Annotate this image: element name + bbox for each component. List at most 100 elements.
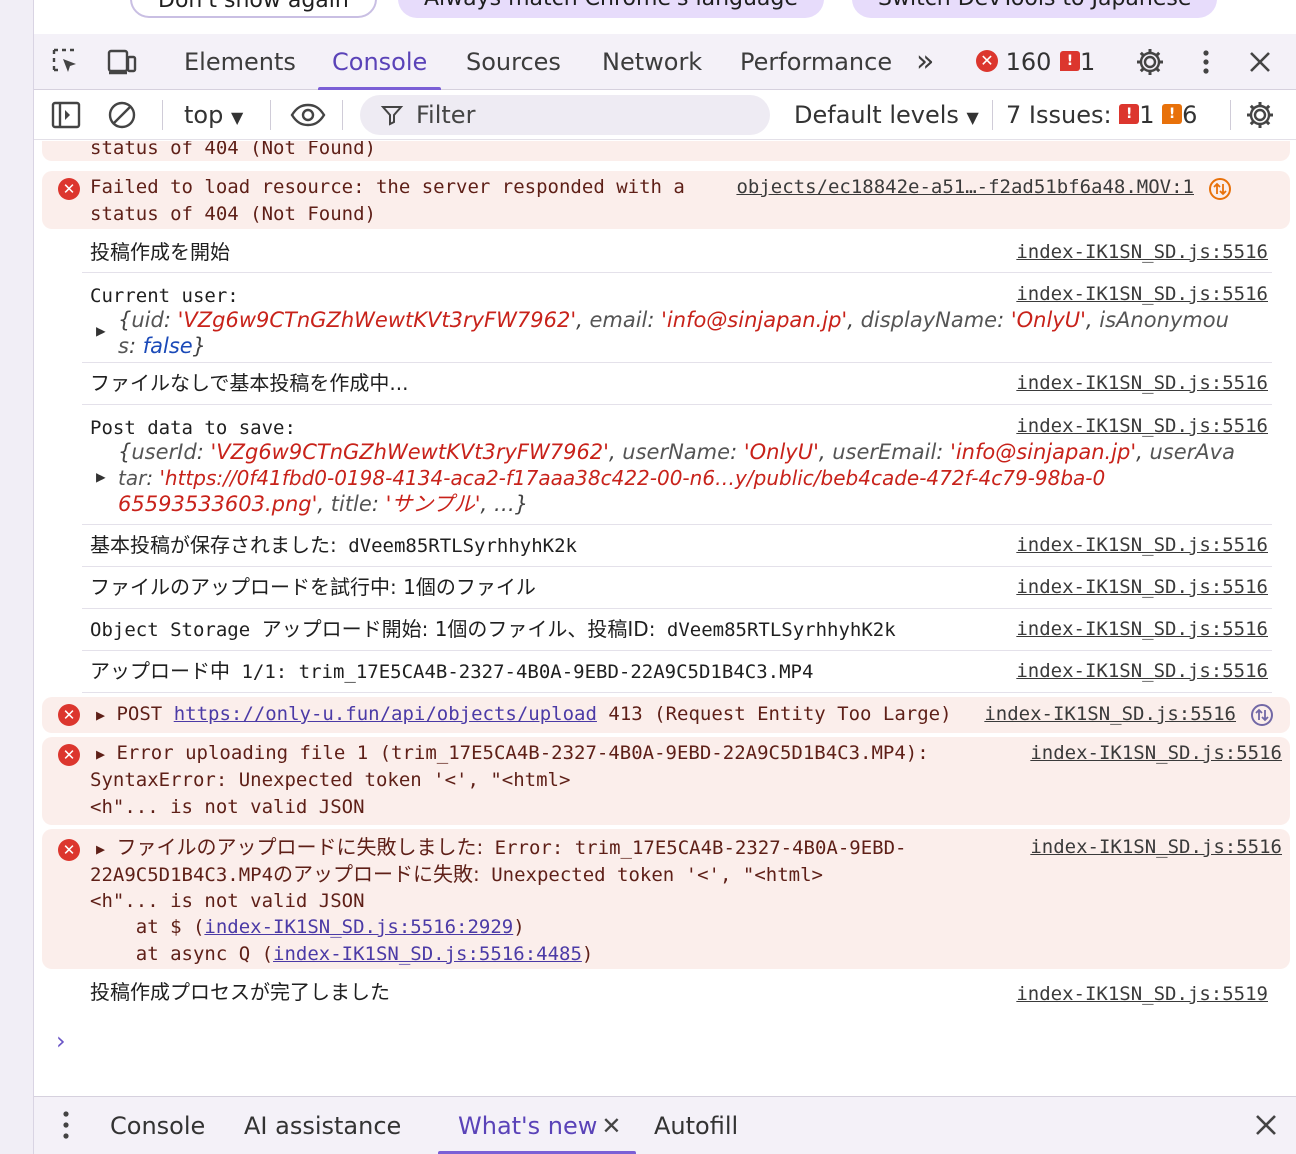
error-count: 160 — [1005, 48, 1052, 76]
console-error-message: ✕ ▶ POST https://only-u.fun/api/objects/… — [42, 697, 1290, 733]
expand-object-icon[interactable]: ▶ — [96, 467, 106, 486]
stack-frame-link[interactable]: index-IK1SN_SD.js:5516:4485 — [273, 943, 582, 965]
console-settings-gear-icon[interactable] — [1244, 99, 1276, 131]
left-edge-strip — [0, 0, 34, 1154]
error-icon: ✕ — [58, 704, 80, 726]
source-link[interactable]: index-IK1SN_SD.js:5516 — [1016, 241, 1268, 263]
message-text: ファイルなしで基本投稿を作成中... — [90, 371, 409, 395]
sidebar-toggle-icon[interactable] — [50, 99, 82, 131]
source-link[interactable]: index-IK1SN_SD.js:5516 — [1016, 372, 1268, 394]
inspect-element-icon[interactable] — [50, 46, 82, 78]
source-link[interactable]: index-IK1SN_SD.js:5516 — [1016, 415, 1268, 437]
toolbar-divider — [992, 100, 993, 130]
tab-console-label: Console — [332, 48, 428, 76]
switch-to-japanese-button[interactable]: Switch DevTools to Japanese — [852, 0, 1218, 18]
more-options-icon[interactable] — [1190, 46, 1222, 78]
issue-counter[interactable]: ! 1 — [1060, 34, 1095, 90]
tab-performance[interactable]: Performance — [740, 34, 892, 90]
drawer-tab-whats-new[interactable]: What's new ✕ — [438, 1097, 636, 1154]
tab-network[interactable]: Network — [602, 34, 702, 90]
source-link[interactable]: index-IK1SN_SD.js:5516 — [984, 703, 1236, 725]
source-link[interactable]: index-IK1SN_SD.js:5516 — [1016, 534, 1268, 556]
issues-button[interactable]: 7 Issues: ! 1 ! 6 — [1006, 90, 1197, 140]
tab-console[interactable]: Console — [318, 34, 442, 91]
network-request-icon[interactable] — [1250, 703, 1274, 727]
device-toolbar-icon[interactable] — [106, 46, 138, 78]
message-text: Failed to load resource: the server resp… — [90, 176, 685, 225]
console-log-message: 投稿作成プロセスが完了しました index-IK1SN_SD.js:5519 — [82, 973, 1272, 1013]
source-link[interactable]: index-IK1SN_SD.js:5516 — [1030, 742, 1282, 764]
object-preview-cont: s: false} — [118, 334, 207, 358]
stack-frame-link[interactable]: index-IK1SN_SD.js:5516:2929 — [204, 916, 513, 938]
drawer-menu-icon[interactable] — [56, 1097, 76, 1154]
more-tabs-icon[interactable]: » — [916, 34, 934, 90]
expand-icon[interactable]: ▶ — [96, 745, 105, 763]
source-link[interactable]: index-IK1SN_SD.js:5516 — [1016, 283, 1268, 305]
main-tab-bar: Elements Console Sources Network Perform… — [34, 34, 1296, 91]
issues-warning-icon: ! — [1162, 104, 1183, 124]
message-text: <h"... is not valid JSON — [90, 796, 365, 818]
close-devtools-icon[interactable] — [1244, 46, 1276, 78]
drawer-tab-autofill[interactable]: Autofill — [654, 1097, 738, 1154]
request-url-link[interactable]: https://only-u.fun/api/objects/upload — [174, 703, 597, 725]
console-error-message: status of 404 (Not Found) — [42, 141, 1290, 161]
console-log-message: Post data to save: index-IK1SN_SD.js:551… — [82, 405, 1272, 525]
live-expression-eye-icon[interactable] — [290, 99, 326, 131]
stack-frame: at $ (index-IK1SN_SD.js:5516:2929) — [90, 916, 525, 938]
tab-sources[interactable]: Sources — [466, 34, 561, 90]
expand-icon[interactable]: ▶ — [96, 706, 105, 724]
issues-warning-count: 6 — [1182, 101, 1198, 129]
error-icon: ✕ — [58, 178, 80, 200]
message-text: Current user: — [90, 285, 239, 307]
error-icon: ✕ — [58, 744, 80, 766]
filter-input[interactable]: Filter — [360, 95, 770, 135]
chevron-down-icon: ▼ — [966, 108, 979, 127]
always-match-language-button[interactable]: Always match Chrome's language — [398, 0, 824, 18]
console-toolbar: top ▼ Filter Default levels ▼ 7 Issues: … — [34, 90, 1296, 140]
clear-console-icon[interactable] — [106, 99, 138, 131]
source-link[interactable]: index-IK1SN_SD.js:5519 — [1016, 983, 1268, 1005]
message-text: ファイルのアップロードを試行中: 1個のファイル — [90, 575, 536, 599]
message-text: 投稿作成プロセスが完了しました — [90, 980, 390, 1004]
filter-icon — [380, 106, 404, 126]
error-counter[interactable]: ✕ 160 — [976, 34, 1051, 90]
console-error-message: ✕ ▶ ファイルのアップロードに失敗しました: Error: trim_17E5… — [42, 829, 1290, 969]
toolbar-divider — [270, 100, 271, 130]
console-log-message: Current user: index-IK1SN_SD.js:5516 ▶ {… — [82, 273, 1272, 363]
tab-elements[interactable]: Elements — [184, 34, 296, 90]
dont-show-again-button[interactable]: Don't show again — [130, 0, 377, 18]
toolbar-divider — [162, 100, 163, 130]
expand-object-icon[interactable]: ▶ — [96, 321, 106, 340]
console-messages: status of 404 (Not Found) ✕ Failed to lo… — [34, 141, 1296, 1096]
console-prompt-icon[interactable]: › — [56, 1027, 66, 1055]
issues-label: 7 Issues: — [1006, 101, 1112, 129]
close-drawer-icon[interactable] — [1252, 1097, 1280, 1154]
stack-frame: at async Q (index-IK1SN_SD.js:5516:4485) — [90, 943, 594, 965]
message-text: 基本投稿が保存されました: dVeem85RTLSyrhhyhK2k — [90, 533, 577, 557]
issue-error-icon: ! — [1060, 51, 1080, 71]
source-link[interactable]: index-IK1SN_SD.js:5516 — [1016, 660, 1268, 682]
object-preview-cont: 65593533603.png', title: 'サンプル', …} — [118, 492, 529, 516]
whats-new-label: What's new — [458, 1112, 598, 1140]
message-text: ▶ POST https://only-u.fun/api/objects/up… — [96, 703, 952, 725]
console-error-message: ✕ Failed to load resource: the server re… — [42, 171, 1290, 229]
object-preview[interactable]: {userId: 'VZg6w9CTnGZhWewtKVt3ryFW7962',… — [118, 439, 1235, 465]
source-link[interactable]: index-IK1SN_SD.js:5516 — [1016, 576, 1268, 598]
source-link[interactable]: index-IK1SN_SD.js:5516 — [1030, 836, 1282, 858]
drawer-tab-console[interactable]: Console — [110, 1097, 205, 1154]
message-text: SyntaxError: Unexpected token '<', "<htm… — [90, 769, 571, 791]
context-selector[interactable]: top ▼ — [184, 90, 243, 140]
settings-gear-icon[interactable] — [1134, 46, 1166, 78]
source-link[interactable]: index-IK1SN_SD.js:5516 — [1016, 618, 1268, 640]
default-levels-dropdown[interactable]: Default levels ▼ — [794, 90, 979, 140]
network-request-icon[interactable] — [1208, 177, 1232, 201]
object-preview-cont: tar: 'https://0f41fbd0-0198-4134-aca2-f1… — [118, 466, 1106, 490]
console-log-message: アップロード中 1/1: trim_17E5CA4B-2327-4B0A-9EB… — [82, 651, 1272, 693]
source-link[interactable]: objects/ec18842e-a51…-f2ad51bf6a48.MOV:1 — [736, 176, 1194, 198]
message-text: 22A9C5D1B4C3.MP4のアップロードに失敗: Unexpected t… — [90, 862, 823, 886]
drawer-tab-ai-assistance[interactable]: AI assistance — [244, 1097, 401, 1154]
object-preview[interactable]: {uid: 'VZg6w9CTnGZhWewtKVt3ryFW7962', em… — [118, 307, 1229, 333]
filter-placeholder: Filter — [416, 101, 476, 129]
expand-icon[interactable]: ▶ — [96, 840, 105, 858]
close-tab-icon[interactable]: ✕ — [601, 1112, 621, 1140]
